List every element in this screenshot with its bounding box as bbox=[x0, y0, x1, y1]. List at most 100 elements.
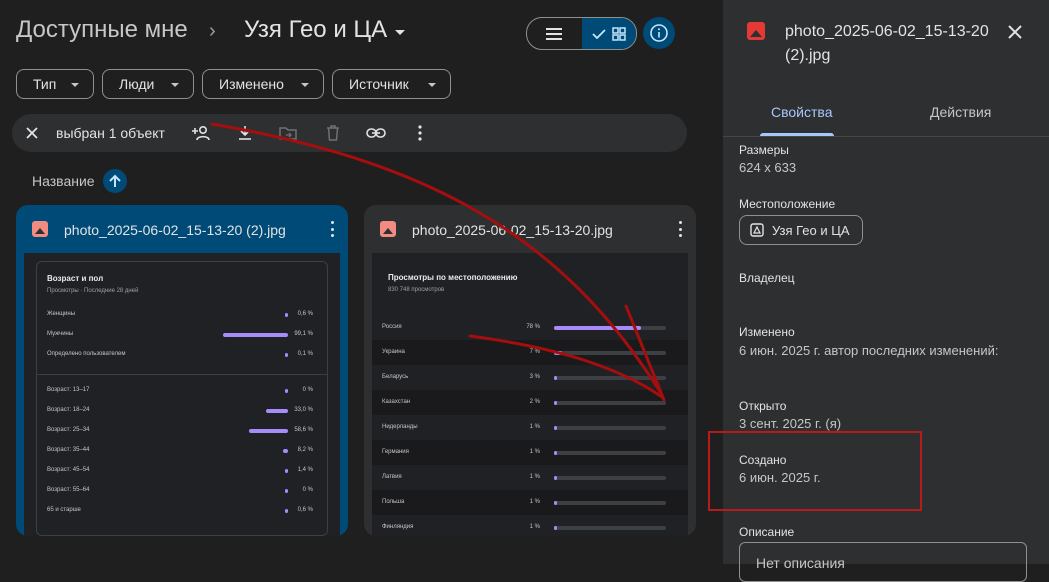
thumbnail-row: Возраст: 13–17 0 % bbox=[37, 384, 327, 398]
filter-people-chip[interactable]: Люди bbox=[102, 69, 194, 99]
copy-link-button[interactable] bbox=[365, 122, 387, 144]
location-chip[interactable]: Узя Гео и ЦА bbox=[739, 215, 863, 245]
thumbnail-row: Россия 78 % bbox=[372, 315, 688, 340]
caret-down-icon bbox=[428, 83, 436, 87]
details-title: photo_2025-06-02_15-13-20 (2).jpg bbox=[785, 23, 989, 64]
file-more-button[interactable] bbox=[330, 221, 334, 237]
download-icon bbox=[239, 126, 251, 140]
thumbnail-bar-track bbox=[554, 526, 666, 530]
dot-icon bbox=[330, 221, 334, 224]
thumbnail-title: Просмотры по местоположению bbox=[388, 273, 518, 282]
thumbnail-row-value: 8,2 % bbox=[297, 447, 313, 453]
thumbnail-row-value: 0,1 % bbox=[297, 351, 313, 357]
thumbnail-row: Возраст: 25–34 58,6 % bbox=[37, 424, 327, 438]
thumbnail-row-value: 0 % bbox=[302, 487, 313, 493]
tab-properties[interactable]: Свойства bbox=[771, 104, 832, 120]
thumbnail-row: 65 и старше 0,6 % bbox=[37, 504, 327, 518]
breadcrumb-current[interactable]: Узя Гео и ЦА bbox=[244, 16, 406, 44]
info-button[interactable] bbox=[643, 17, 675, 49]
filter-modified-chip[interactable]: Изменено bbox=[202, 69, 324, 99]
thumbnail-bar bbox=[554, 326, 642, 330]
thumbnail-row-label: Возраст: 45–54 bbox=[47, 467, 90, 473]
thumbnail-subtitle: 830 748 просмотров bbox=[388, 287, 445, 293]
thumbnail-row-label: Нидерланды bbox=[382, 424, 418, 430]
delete-button[interactable] bbox=[322, 122, 344, 144]
file-thumbnail: Возраст и пол Просмотры · Последние 28 д… bbox=[24, 253, 340, 536]
dot-icon bbox=[678, 227, 682, 231]
thumbnail-bar-track bbox=[554, 451, 666, 455]
tab-actions[interactable]: Действия bbox=[930, 104, 991, 120]
thumbnail-row-value: 99,1 % bbox=[294, 331, 313, 337]
description-label: Описание bbox=[739, 525, 795, 539]
thumbnail-row-label: Польша bbox=[382, 499, 405, 505]
opened-value: 3 сент. 2025 г. (я) bbox=[739, 416, 842, 431]
thumbnail-row: Латвия 1 % bbox=[372, 465, 688, 490]
thumbnail-row-label: Германия bbox=[382, 449, 409, 455]
thumbnail-bar bbox=[554, 526, 557, 530]
grid-icon bbox=[612, 26, 626, 41]
thumbnail-bar bbox=[554, 476, 557, 480]
file-thumbnail: Просмотры по местоположению 830 748 прос… bbox=[372, 253, 688, 536]
thumbnail-row: Беларусь 3 % bbox=[372, 365, 688, 390]
move-button[interactable] bbox=[277, 122, 299, 144]
thumbnail-row: Казахстан 2 % bbox=[372, 390, 688, 415]
file-more-button[interactable] bbox=[678, 221, 682, 237]
thumbnail-row-label: Возраст: 25–34 bbox=[47, 427, 90, 433]
more-actions-button[interactable] bbox=[409, 122, 431, 144]
thumbnail-row: Возраст: 45–54 1,4 % bbox=[37, 464, 327, 478]
thumbnail-row-value: 2 % bbox=[529, 399, 540, 405]
share-button[interactable] bbox=[190, 122, 212, 144]
thumbnail-row-label: 65 и старше bbox=[47, 507, 81, 513]
thumbnail-bar-track bbox=[554, 401, 666, 405]
thumbnail-subtitle: Просмотры · Последние 28 дней bbox=[47, 288, 139, 294]
filter-source-chip[interactable]: Источник bbox=[332, 69, 451, 99]
file-card[interactable]: photo_2025-06-02_15-13-20.jpg Просмотры … bbox=[364, 205, 696, 536]
thumbnail-divider bbox=[37, 374, 327, 375]
thumbnail-row-label: Возраст: 35–44 bbox=[47, 447, 90, 453]
thumbnail-bar bbox=[554, 451, 557, 455]
thumbnail-row-value: 1 % bbox=[529, 524, 540, 530]
caret-down-icon bbox=[395, 29, 406, 35]
filter-people-label: Люди bbox=[119, 76, 155, 92]
breadcrumb-current-label: Узя Гео и ЦА bbox=[244, 16, 388, 43]
owner-label: Владелец bbox=[739, 271, 795, 285]
thumbnail-row: Возраст: 18–24 33,0 % bbox=[37, 404, 327, 418]
clear-selection-button[interactable] bbox=[21, 122, 43, 144]
thumbnail-bar-track bbox=[554, 351, 666, 355]
thumbnail-bar bbox=[554, 351, 562, 355]
file-card-selected[interactable]: photo_2025-06-02_15-13-20 (2).jpg Возрас… bbox=[16, 205, 348, 536]
caret-down-icon bbox=[71, 83, 79, 87]
selection-count: выбран 1 объект bbox=[56, 125, 165, 141]
dot-icon bbox=[330, 234, 334, 237]
link-icon bbox=[366, 128, 386, 138]
thumbnail-bar-track bbox=[554, 376, 666, 380]
annotation-highlight-rect bbox=[708, 431, 922, 511]
thumbnail-row-value: 1 % bbox=[529, 474, 540, 480]
tab-divider bbox=[723, 136, 1049, 137]
caret-down-icon bbox=[301, 83, 309, 87]
thumbnail-row: Возраст: 55–64 0 % bbox=[37, 484, 327, 498]
description-placeholder: Нет описания bbox=[756, 555, 845, 571]
filter-type-chip[interactable]: Тип bbox=[16, 69, 94, 99]
thumbnail-panel: Возраст и пол Просмотры · Последние 28 д… bbox=[36, 261, 328, 536]
breadcrumb-root[interactable]: Доступные мне bbox=[16, 16, 188, 44]
close-details-button[interactable] bbox=[1005, 22, 1025, 42]
thumbnail-row-label: Возраст: 13–17 bbox=[47, 387, 90, 393]
thumbnail-row: Германия 1 % bbox=[372, 440, 688, 465]
list-icon bbox=[546, 27, 563, 40]
close-icon bbox=[1008, 25, 1022, 39]
list-view-button[interactable] bbox=[527, 18, 582, 49]
thumbnail-row-label: Определено пользователем bbox=[47, 351, 126, 357]
image-file-icon bbox=[747, 22, 765, 40]
file-name: photo_2025-06-02_15-13-20.jpg bbox=[412, 222, 613, 238]
download-button[interactable] bbox=[234, 122, 256, 144]
description-input[interactable]: Нет описания bbox=[739, 542, 1027, 582]
thumbnail-row-value: 3 % bbox=[529, 374, 540, 380]
grid-view-button[interactable] bbox=[581, 18, 636, 49]
thumbnail-row-label: Украина bbox=[382, 349, 405, 355]
thumbnail-row-value: 7 % bbox=[529, 349, 540, 355]
view-toggle bbox=[526, 17, 637, 50]
sort-direction-button[interactable] bbox=[103, 169, 127, 193]
thumbnail-row: Возраст: 35–44 8,2 % bbox=[37, 444, 327, 458]
thumbnail-row-label: Мужчины bbox=[47, 331, 74, 337]
